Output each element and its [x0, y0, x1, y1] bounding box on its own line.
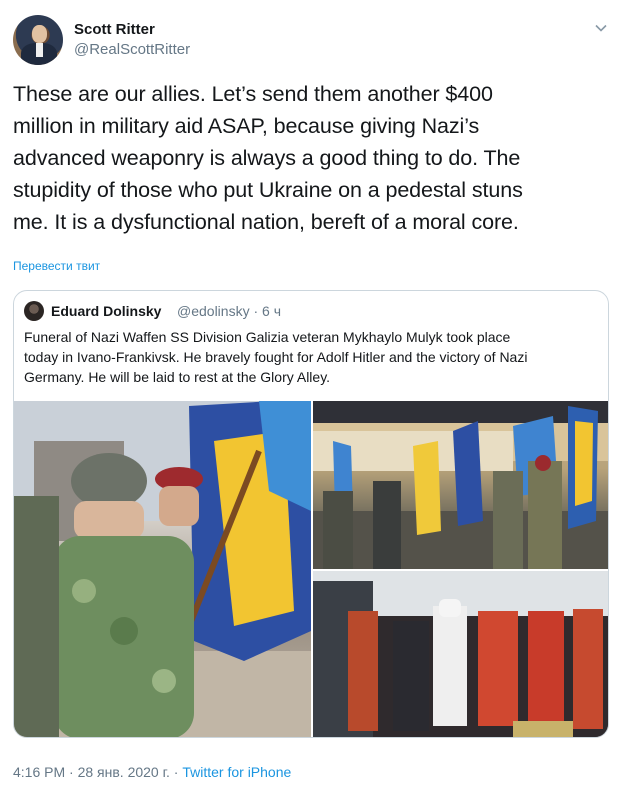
ceremony-photo-building-flags[interactable] — [313, 401, 608, 569]
avatar-shirt — [36, 43, 43, 57]
tweet-line: million in military aid ASAP, because gi… — [13, 114, 480, 138]
author-name[interactable]: Scott Ritter — [74, 21, 155, 38]
quoted-line: Germany. He will be laid to rest at the … — [24, 369, 331, 385]
quoted-avatar[interactable] — [24, 301, 44, 321]
tweet-text: These are our allies. Let’s send them an… — [13, 78, 613, 238]
tweet-line: advanced weaponry is always a good thing… — [13, 146, 521, 170]
ceremony-photo-clergy-crowd[interactable] — [313, 571, 608, 737]
photo-illustration — [313, 571, 608, 737]
avatar[interactable] — [13, 15, 63, 65]
media-grid — [14, 401, 608, 737]
quoted-line: Funeral of Nazi Waffen SS Division Galiz… — [24, 329, 511, 345]
quoted-tweet-text: Funeral of Nazi Waffen SS Division Galiz… — [24, 327, 604, 387]
translate-tweet-link[interactable]: Перевести твит — [13, 259, 100, 273]
avatar-face — [32, 25, 47, 43]
author-handle[interactable]: @RealScottRitter — [74, 41, 190, 58]
photo-illustration — [313, 401, 608, 569]
quoted-author-handle[interactable]: @edolinsky · 6 ч — [177, 303, 281, 319]
quoted-line: today in Ivano-Frankivsk. He bravely fou… — [24, 349, 528, 365]
quoted-author-name[interactable]: Eduard Dolinsky — [51, 303, 161, 319]
tweet-line: me. It is a dysfunctional nation, bereft… — [13, 210, 519, 234]
quoted-tweet[interactable]: Eduard Dolinsky @edolinsky · 6 ч Funeral… — [13, 290, 609, 738]
photo-illustration — [14, 401, 311, 737]
tweet-timestamp[interactable]: 4:16 PM · 28 янв. 2020 г. · — [13, 764, 182, 780]
tweet-line: These are our allies. Let’s send them an… — [13, 82, 493, 106]
tweet-source-link[interactable]: Twitter for iPhone — [182, 764, 291, 780]
tweet-header: Scott Ritter @RealScottRitter — [13, 13, 610, 68]
tweet-line: stupidity of those who put Ukraine on a … — [13, 178, 523, 202]
tweet-footer: 4:16 PM · 28 янв. 2020 г. · Twitter for … — [13, 764, 291, 780]
ceremony-photo-soldiers-flags[interactable] — [14, 401, 311, 737]
chevron-down-icon[interactable] — [594, 21, 608, 35]
